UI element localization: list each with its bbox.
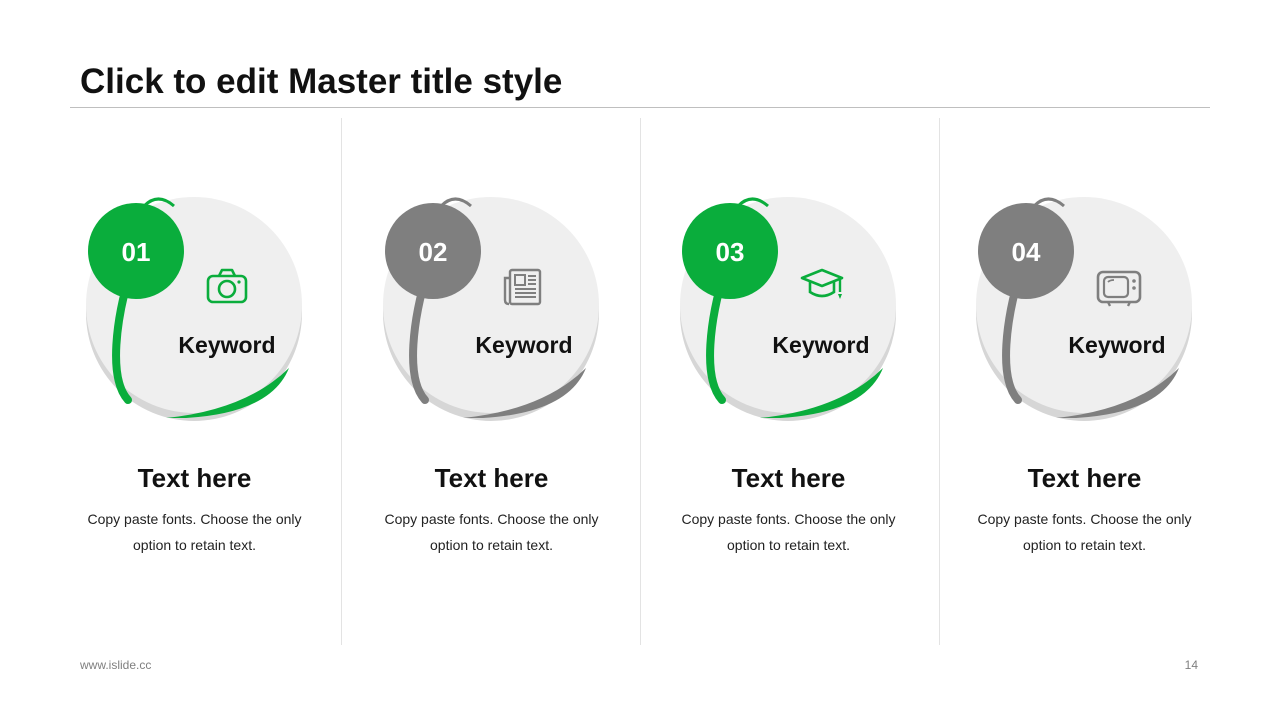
- keyword-label: Keyword: [1068, 332, 1165, 358]
- feature-column-3: 03 Keyword Text here Copy paste fonts. C…: [640, 118, 937, 645]
- column-body-text: Copy paste fonts. Choose the only option…: [681, 511, 896, 553]
- column-body-text: Copy paste fonts. Choose the only option…: [977, 511, 1192, 553]
- column-heading: Text here: [434, 463, 549, 493]
- keyword-badge-graphic: 03 Keyword: [680, 197, 896, 421]
- column-heading: Text here: [731, 463, 846, 493]
- step-number: 04: [1012, 237, 1041, 267]
- keyword-label: Keyword: [475, 332, 572, 358]
- keyword-badge-graphic: 01 Keyword: [86, 197, 302, 421]
- feature-column-1: 01 Keyword Text here Copy paste fonts. C…: [46, 118, 343, 645]
- keyword-label: Keyword: [772, 332, 869, 358]
- feature-column-4: 04 Keyword Text here Copy paste fonts. C…: [936, 118, 1233, 645]
- feature-column-2: 02 Keyword Text here Copy paste fonts. C…: [343, 118, 640, 645]
- footer-website[interactable]: www.islide.cc: [80, 658, 151, 672]
- column-heading: Text here: [1027, 463, 1142, 493]
- column-body-text: Copy paste fonts. Choose the only option…: [87, 511, 302, 553]
- keyword-badge-graphic: 04 Keyword: [976, 197, 1192, 421]
- step-number: 03: [716, 237, 745, 267]
- column-heading: Text here: [137, 463, 252, 493]
- step-number: 01: [122, 237, 151, 267]
- page-number: 14: [1184, 658, 1198, 672]
- keyword-label: Keyword: [178, 332, 275, 358]
- column-body-text: Copy paste fonts. Choose the only option…: [384, 511, 599, 553]
- keyword-badge-graphic: 02 Keyword: [383, 197, 599, 421]
- slide-title[interactable]: Click to edit Master title style: [80, 60, 562, 104]
- step-number: 02: [419, 237, 448, 267]
- title-underline: [70, 107, 1210, 108]
